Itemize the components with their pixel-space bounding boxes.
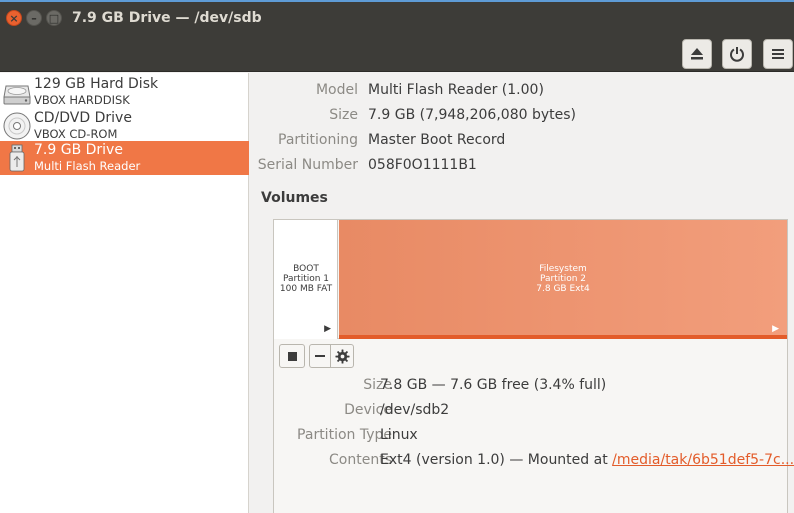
mount-point-link[interactable]: /media/tak/6b51def5-7c... [612,452,794,468]
partitioning-value: Master Boot Record [368,132,506,148]
title-bar: × – □ 7.9 GB Drive — /dev/sdb [0,0,794,36]
size-value: 7.9 GB (7,948,206,080 bytes) [368,107,576,123]
gear-icon [334,349,350,364]
delete-partition-button[interactable] [309,344,331,368]
volumes-panel: BOOT Partition 1 100 MB FAT ▶ Filesystem… [273,219,794,513]
drive-name: 129 GB Hard Disk [34,76,159,92]
serial-label: Serial Number [257,157,358,173]
model-label: Model [315,82,358,98]
partition-number: Partition 1 [282,274,330,284]
drive-item-usb-selected[interactable]: 7.9 GB Drive Multi Flash Reader [0,141,249,175]
size-label: Size [329,107,358,123]
serial-row: Serial Number 058F0O1111B1 [250,157,794,177]
contents-value: Ext4 (version 1.0) — Mounted at /media/t… [380,452,794,468]
drive-item-hard-disk[interactable]: 129 GB Hard Disk VBOX HARDDISK [0,75,249,109]
minus-icon [315,355,325,357]
optical-disc-icon [3,112,31,140]
eject-icon [691,48,703,60]
size-row: Size 7.9 GB (7,948,206,080 bytes) [250,107,794,127]
partitioning-label: Partitioning [278,132,358,148]
partitioning-row: Partitioning Master Boot Record [250,132,794,152]
partition-type-row: Partition Type Linux [274,427,789,447]
stop-icon [287,352,297,361]
usb-drive-icon [9,144,25,172]
menu-button[interactable] [763,39,793,69]
drive-list: 129 GB Hard Disk VBOX HARDDISK CD/DVD Dr… [0,73,249,513]
serial-value: 058F0O1111B1 [368,157,477,173]
contents-text: Ext4 (version 1.0) — Mounted at [380,452,613,468]
partition-type-label: Partition Type [297,427,392,443]
drive-item-cd-dvd[interactable]: CD/DVD Drive VBOX CD-ROM [0,109,249,143]
volumes-heading: Volumes [261,190,328,206]
partition-boot[interactable]: BOOT Partition 1 100 MB FAT ▶ [274,220,338,339]
harddisk-icon [3,85,31,105]
model-row: Model Multi Flash Reader (1.00) [250,82,794,102]
maximize-window-button[interactable]: □ [46,10,62,26]
model-value: Multi Flash Reader (1.00) [368,82,544,98]
volume-size-row: Size 7.8 GB — 7.6 GB free (3.4% full) [274,377,789,397]
window-title: 7.9 GB Drive — /dev/sdb [72,10,262,26]
device-row: Device /dev/sdb2 [274,402,789,422]
partition-settings-button[interactable] [330,344,354,368]
partition-type-value: Linux [380,427,418,443]
drive-name: CD/DVD Drive [34,110,132,126]
partition-map: BOOT Partition 1 100 MB FAT ▶ Filesystem… [274,220,787,339]
partition-label: BOOT Partition 1 100 MB FAT [274,264,338,294]
device-value: /dev/sdb2 [380,402,450,418]
partition-size: 100 MB FAT [279,284,333,294]
eject-button[interactable] [682,39,712,69]
play-icon: ▶ [324,324,331,334]
close-window-button[interactable]: × [6,10,22,26]
play-icon: ▶ [772,324,779,334]
drive-model: VBOX CD-ROM [34,127,118,141]
partition-name: BOOT [293,264,319,274]
partition-name: Filesystem [539,264,587,274]
partition-label: Filesystem Partition 2 7.8 GB Ext4 [339,264,787,294]
volume-size-value: 7.8 GB — 7.6 GB free (3.4% full) [380,377,607,393]
power-icon [730,47,744,62]
drive-model: Multi Flash Reader [34,159,141,173]
menu-icon [772,49,784,59]
contents-row: Contents Ext4 (version 1.0) — Mounted at… [274,452,794,472]
usage-bar [339,335,787,339]
partition-number: Partition 2 [539,274,587,284]
drive-details-pane: Model Multi Flash Reader (1.00) Size 7.9… [250,73,794,513]
partition-size: 7.8 GB Ext4 [536,284,590,294]
drive-model: VBOX HARDDISK [34,93,130,107]
power-off-button[interactable] [722,39,752,69]
minimize-window-button[interactable]: – [26,10,42,26]
partition-filesystem-selected[interactable]: Filesystem Partition 2 7.8 GB Ext4 ▶ [339,220,787,339]
unmount-button[interactable] [279,344,305,368]
header-bar [0,36,794,72]
drive-name: 7.9 GB Drive [34,142,123,158]
